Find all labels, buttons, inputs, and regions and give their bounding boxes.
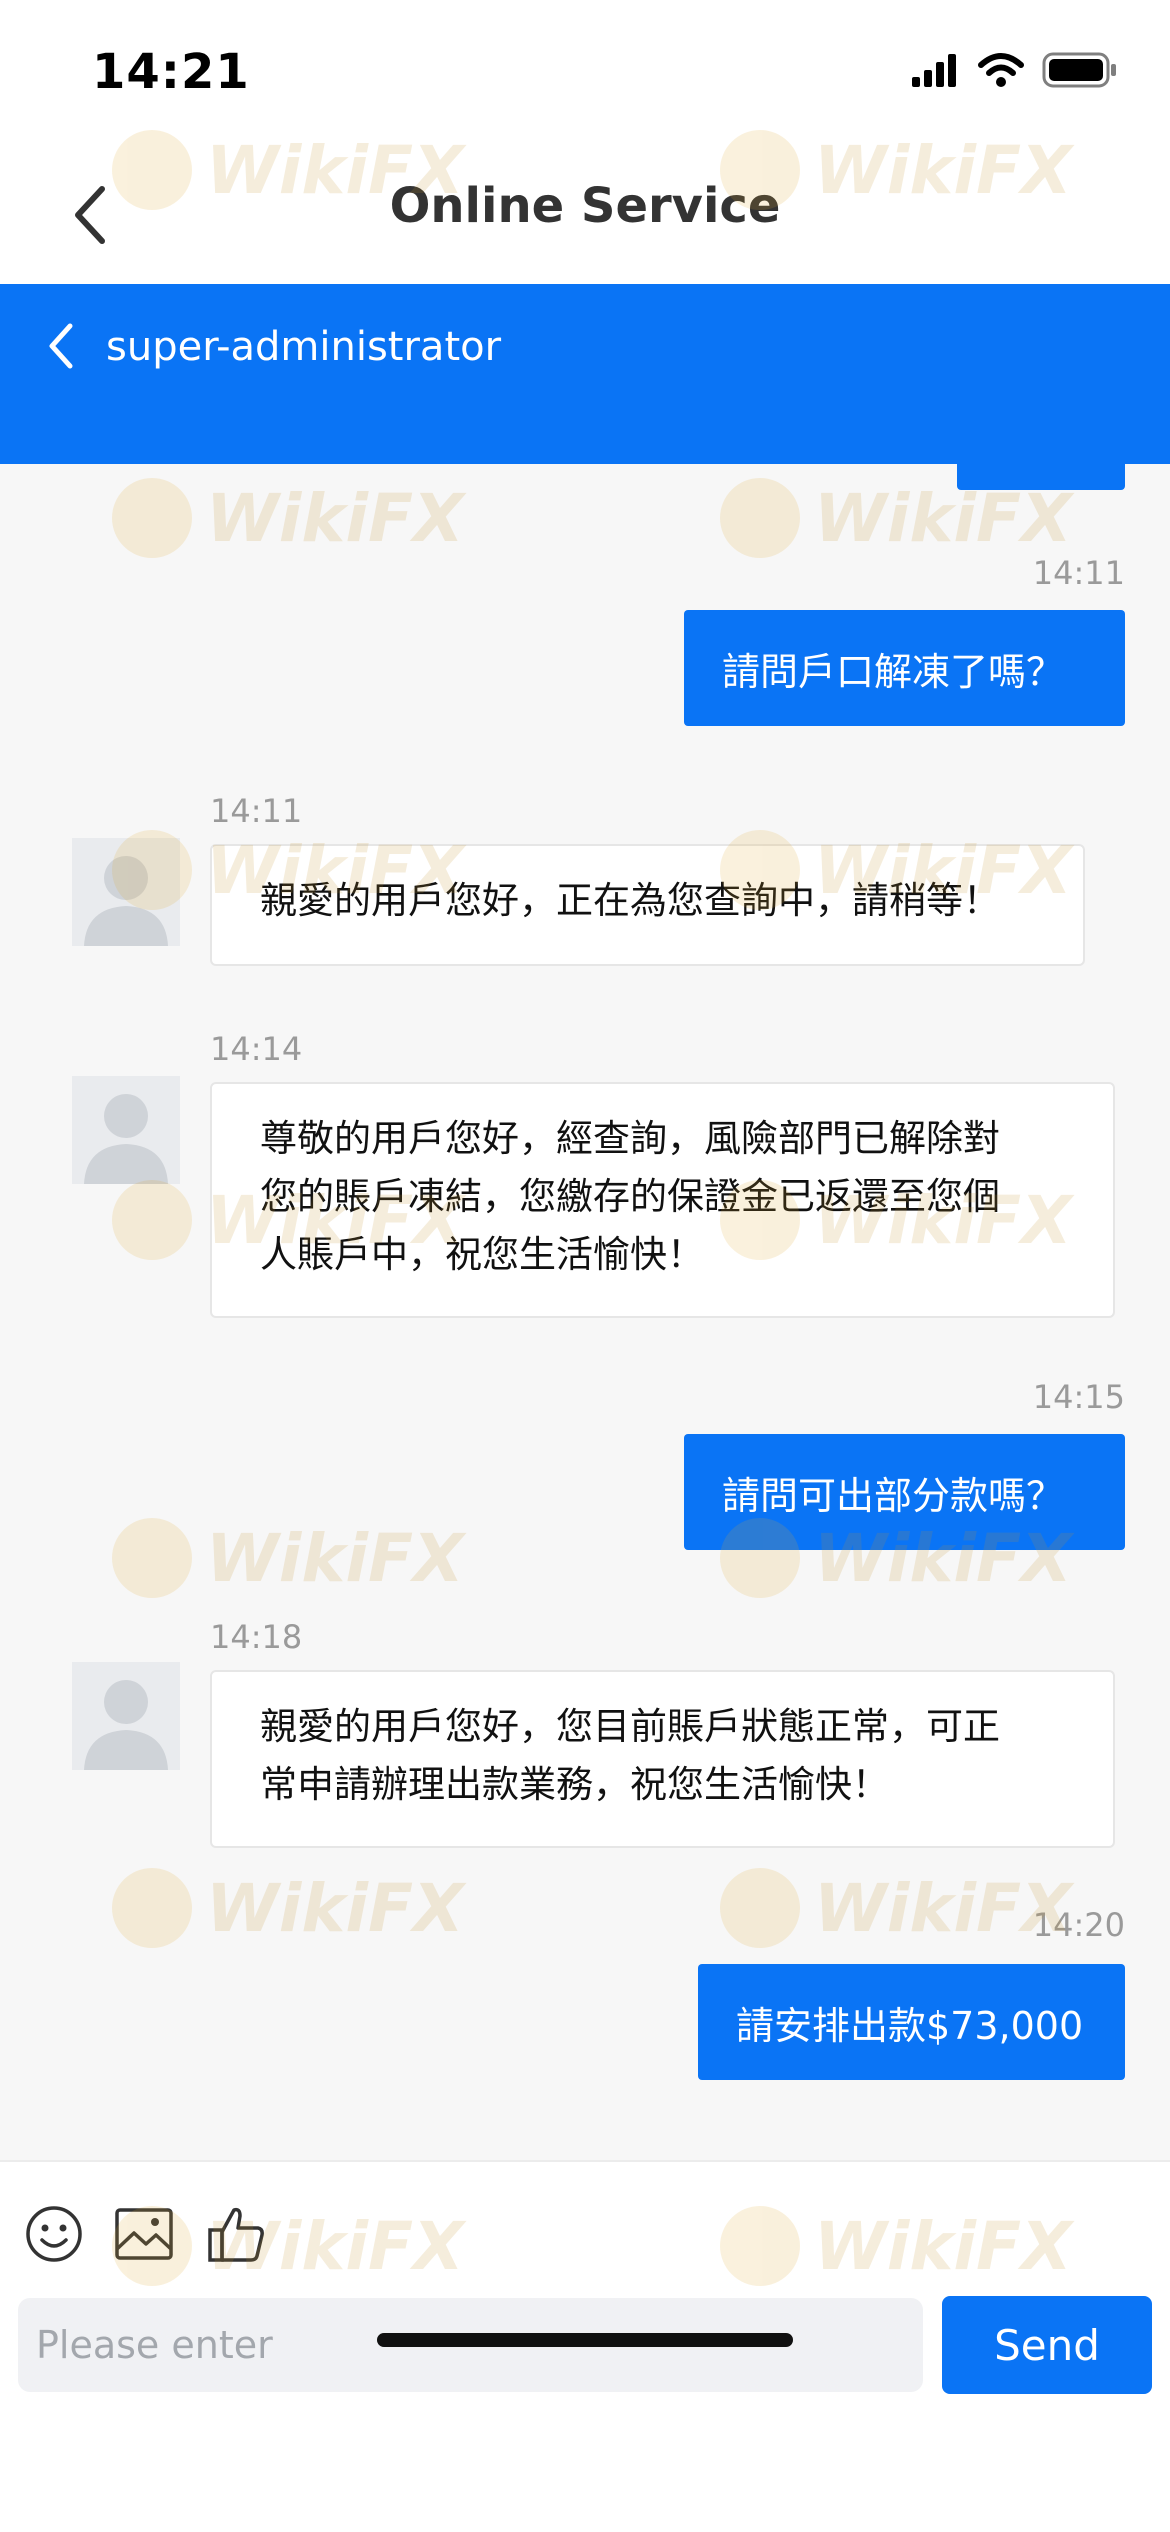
- message-line: 常申請辦理出款業務，祝您生活愉快！: [260, 1763, 889, 1806]
- incoming-message-bubble: 尊敬的用戶您好，經查詢，風險部門已解除對 您的賬戶凍結，您繳存的保證金已返還至您…: [210, 1082, 1115, 1318]
- message-text: 親愛的用戶您好，正在為您查詢中，請稍等！: [260, 879, 1000, 922]
- status-time: 14:21: [92, 44, 250, 100]
- previous-message-bubble: [957, 464, 1125, 490]
- incoming-message-bubble: 親愛的用戶您好，您目前賬戶狀態正常，可正 常申請辦理出款業務，祝您生活愉快！: [210, 1670, 1115, 1848]
- send-button[interactable]: Send: [942, 2296, 1152, 2394]
- avatar-silhouette-icon: [84, 856, 168, 946]
- avatar-silhouette-icon: [84, 1094, 168, 1184]
- incoming-message-bubble: 親愛的用戶您好，正在為您查詢中，請稍等！: [210, 844, 1085, 966]
- message-time: 14:14: [210, 1030, 303, 1068]
- message-time: 14:11: [210, 792, 303, 830]
- back-chevron-icon: [49, 323, 73, 369]
- wifi-icon: [978, 53, 1024, 87]
- agent-bar: super-administrator: [0, 284, 1170, 464]
- page: 14:21 Online Service super-administrator…: [0, 0, 1170, 2532]
- status-icons: [910, 52, 1118, 88]
- app-header: Online Service: [0, 140, 1170, 284]
- message-time: 14:18: [210, 1618, 303, 1656]
- message-time: 14:20: [1032, 1906, 1125, 1944]
- agent-back-button[interactable]: [36, 316, 86, 376]
- page-title: Online Service: [389, 178, 781, 234]
- outgoing-message-bubble: 請問可出部分款嗎？: [684, 1434, 1125, 1550]
- message-line: 親愛的用戶您好，您目前賬戶狀態正常，可正: [260, 1705, 1000, 1748]
- agent-avatar: [72, 838, 180, 946]
- avatar-silhouette-icon: [84, 1680, 168, 1770]
- emoji-icon: [26, 2206, 82, 2262]
- message-line: 尊敬的用戶您好，經查詢，風險部門已解除對: [260, 1117, 1000, 1160]
- image-icon: [115, 2208, 173, 2260]
- image-button[interactable]: [112, 2202, 176, 2266]
- signal-icon: [912, 54, 956, 87]
- outgoing-message-bubble: 請問戶口解凍了嗎？: [684, 610, 1125, 726]
- thumbs-up-icon: [208, 2207, 264, 2262]
- chat-area[interactable]: 14:11 請問戶口解凍了嗎？ 14:11 親愛的用戶您好，正在為您查詢中，請稍…: [0, 464, 1170, 2160]
- agent-avatar: [72, 1076, 180, 1184]
- battery-icon: [1042, 52, 1116, 88]
- status-bar: 14:21: [0, 0, 1170, 140]
- agent-avatar: [72, 1662, 180, 1770]
- thumbs-up-button[interactable]: [204, 2202, 268, 2266]
- message-line: 您的賬戶凍結，您繳存的保證金已返還至您個: [260, 1175, 1000, 1218]
- message-time: 14:15: [1032, 1378, 1125, 1416]
- agent-name: super-administrator: [106, 324, 502, 370]
- message-line: 人賬戶中，祝您生活愉快！: [260, 1233, 704, 1276]
- message-time: 14:11: [1032, 554, 1125, 592]
- home-indicator[interactable]: [377, 2333, 793, 2347]
- outgoing-message-bubble: 請安排出款$73,000: [698, 1964, 1125, 2080]
- emoji-button[interactable]: [22, 2202, 86, 2266]
